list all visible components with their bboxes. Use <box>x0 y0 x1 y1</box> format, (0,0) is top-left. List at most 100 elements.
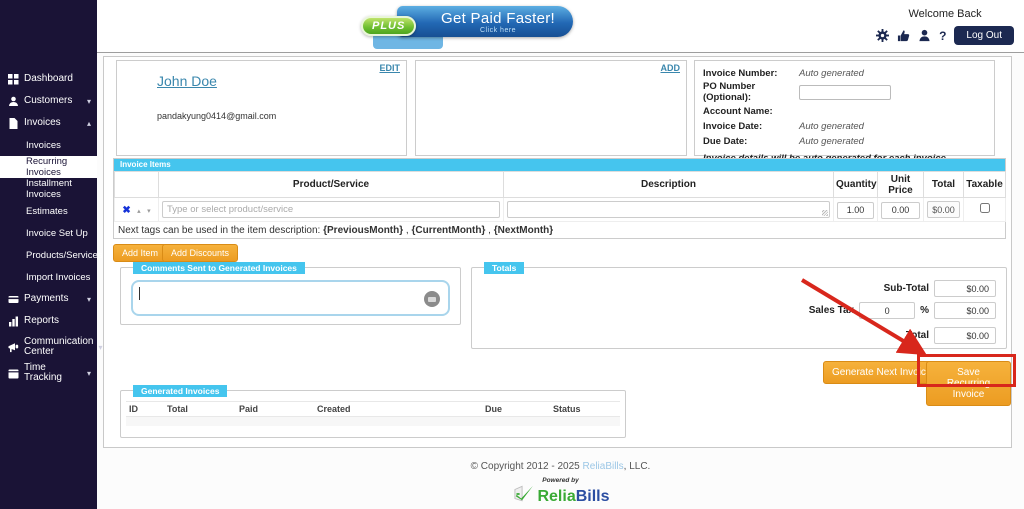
sidebar-item-communication-center[interactable]: Communication Center ▾ <box>0 332 97 362</box>
move-up-icon[interactable]: ▴ <box>137 208 141 215</box>
sidebar-item-invoices[interactable]: Invoices ▴ <box>0 112 97 134</box>
sidebar-item-label: Time Tracking <box>24 363 82 383</box>
comments-textarea[interactable] <box>131 280 450 316</box>
delete-row-icon[interactable]: ✖ <box>122 205 130 216</box>
tags-note: Next tags can be used in the item descri… <box>114 222 1005 239</box>
tag-next-month: {NextMonth} <box>494 225 553 236</box>
app-viewport: Dashboard Customers ▾ Invoices ▴ Invoice… <box>0 0 1024 509</box>
logout-button[interactable]: Log Out <box>954 26 1014 45</box>
chevron-down-icon: ▾ <box>87 369 91 378</box>
gen-total-header: Total <box>164 402 236 417</box>
sales-tax-label: Sales Tax <box>809 305 854 316</box>
sidebar-item-dashboard[interactable]: Dashboard <box>0 68 97 90</box>
add-item-button[interactable]: Add Item <box>113 244 167 262</box>
insert-image-icon[interactable] <box>424 291 440 307</box>
customer-name-link[interactable]: John Doe <box>157 73 217 89</box>
customer-panel: EDIT John Doe pandakyung0414@gmail.com <box>116 60 407 156</box>
sidebar-subitem-estimates[interactable]: Estimates <box>0 200 97 222</box>
generate-next-invoice-button[interactable]: Generate Next Invoice <box>823 361 941 384</box>
sales-tax-rate-input[interactable] <box>859 302 915 319</box>
add-discounts-button[interactable]: Add Discounts <box>162 244 238 262</box>
sidebar-item-payments[interactable]: Payments ▾ <box>0 288 97 310</box>
copyright-suffix: , LLC. <box>624 461 651 472</box>
sidebar-subitem-products-services[interactable]: Products/Services <box>0 244 97 266</box>
banner-click-here[interactable]: Click here <box>441 27 555 34</box>
payments-icon <box>8 294 19 305</box>
gen-paid-header: Paid <box>236 402 314 417</box>
edit-customer-link[interactable]: EDIT <box>379 63 400 73</box>
totals-section-label: Totals <box>484 262 524 274</box>
sales-tax-value: $0.00 <box>934 302 996 319</box>
welcome-text: Welcome Back <box>876 8 1014 20</box>
sidebar-subitem-import-invoices[interactable]: Import Invoices <box>0 266 97 288</box>
invoice-date-label: Invoice Date: <box>703 121 799 132</box>
sidebar-item-reports[interactable]: Reports <box>0 310 97 332</box>
invoice-item-row: ✖ ▴ ▾ Type or select product/service <box>115 198 1006 222</box>
po-number-input[interactable] <box>799 85 891 100</box>
banner-title: Get Paid Faster! <box>441 10 555 27</box>
powered-by-text: Powered by <box>97 477 1024 484</box>
move-down-icon[interactable]: ▾ <box>147 208 151 215</box>
top-header: PLUS Get Paid Faster! Click here Welcome… <box>97 0 1024 53</box>
description-input[interactable] <box>507 201 830 218</box>
product-service-input[interactable]: Type or select product/service <box>162 201 500 218</box>
logo-relia-text: Relia <box>537 488 575 505</box>
subtotal-label: Sub-Total <box>884 283 929 294</box>
invoices-icon <box>8 118 19 129</box>
sidebar-item-time-tracking[interactable]: Time Tracking ▾ <box>0 362 97 384</box>
sidebar-subitem-installment-invoices[interactable]: Installment Invoices <box>0 178 97 200</box>
unit-price-input[interactable] <box>881 202 920 219</box>
sidebar-subitem-recurring-invoices[interactable]: Recurring Invoices <box>0 156 97 178</box>
get-paid-faster-banner[interactable]: PLUS Get Paid Faster! Click here <box>369 6 573 47</box>
tag-previous-month: {PreviousMonth} <box>323 225 403 236</box>
total-value: $0.00 <box>934 327 996 344</box>
gen-created-header: Created <box>314 402 482 417</box>
chevron-up-icon: ▴ <box>87 119 91 128</box>
invoice-details-panel: Invoice Number: Auto generated PO Number… <box>694 60 995 156</box>
generated-invoices-section: Generated Invoices ID Total Paid Created… <box>120 390 626 438</box>
tags-note-prefix: Next tags can be used in the item descri… <box>118 225 323 236</box>
comments-section: Comments Sent to Generated Invoices <box>120 267 461 325</box>
taxable-checkbox[interactable] <box>980 203 990 213</box>
invoice-items-section: Invoice Items Product/Service Descriptio… <box>113 158 1006 239</box>
tag-current-month: {CurrentMonth} <box>411 225 485 236</box>
sidebar: Dashboard Customers ▾ Invoices ▴ Invoice… <box>0 0 97 509</box>
logo-bills-text: Bills <box>576 488 610 505</box>
thumbs-up-icon[interactable] <box>897 29 910 42</box>
reliabills-logo[interactable]: ReliaBills <box>97 485 1024 508</box>
chevron-down-icon: ▾ <box>87 295 91 304</box>
invoice-date-value: Auto generated <box>799 121 864 132</box>
sidebar-subitem-invoices[interactable]: Invoices <box>0 134 97 156</box>
recurring-invoice-card: EDIT John Doe pandakyung0414@gmail.com A… <box>103 56 1012 448</box>
reliabills-link[interactable]: ReliaBills <box>583 461 624 472</box>
percent-sign: % <box>920 305 929 316</box>
due-date-value: Auto generated <box>799 136 864 147</box>
gear-icon[interactable] <box>876 29 889 42</box>
save-recurring-invoice-button[interactable]: Save Recurring Invoice <box>926 361 1011 406</box>
sidebar-subitem-invoice-set-up[interactable]: Invoice Set Up <box>0 222 97 244</box>
unit-price-column-header: Unit Price <box>878 172 924 198</box>
user-icon[interactable] <box>918 29 931 42</box>
invoice-items-table: Product/Service Description Quantity Uni… <box>114 171 1006 222</box>
sidebar-item-label: Customers <box>24 96 82 106</box>
copyright-prefix: © Copyright 2012 - 2025 <box>471 461 583 472</box>
gen-status-header: Status <box>550 402 620 417</box>
tag-separator: , <box>485 225 493 236</box>
generated-invoices-table: ID Total Paid Created Due Status <box>126 401 620 426</box>
footer: © Copyright 2012 - 2025 ReliaBills, LLC.… <box>97 461 1024 508</box>
sidebar-item-label: Reports <box>24 316 91 326</box>
comments-section-label: Comments Sent to Generated Invoices <box>133 262 305 274</box>
total-label: Total <box>906 330 929 341</box>
totals-section: Totals Sub-Total $0.00 Sales Tax % $0.00… <box>471 267 1007 349</box>
description-column-header: Description <box>504 172 834 198</box>
help-icon[interactable]: ? <box>939 29 946 43</box>
po-number-label: PO Number (Optional): <box>703 81 799 103</box>
quantity-input[interactable] <box>837 202 874 219</box>
add-link[interactable]: ADD <box>661 63 681 73</box>
sidebar-item-customers[interactable]: Customers ▾ <box>0 90 97 112</box>
taxable-column-header: Taxable <box>964 172 1006 198</box>
invoice-number-value: Auto generated <box>799 68 864 79</box>
sidebar-item-label: Communication Center <box>24 337 93 357</box>
actions-column-header <box>115 172 159 198</box>
banner-body[interactable]: Get Paid Faster! Click here <box>397 6 573 37</box>
